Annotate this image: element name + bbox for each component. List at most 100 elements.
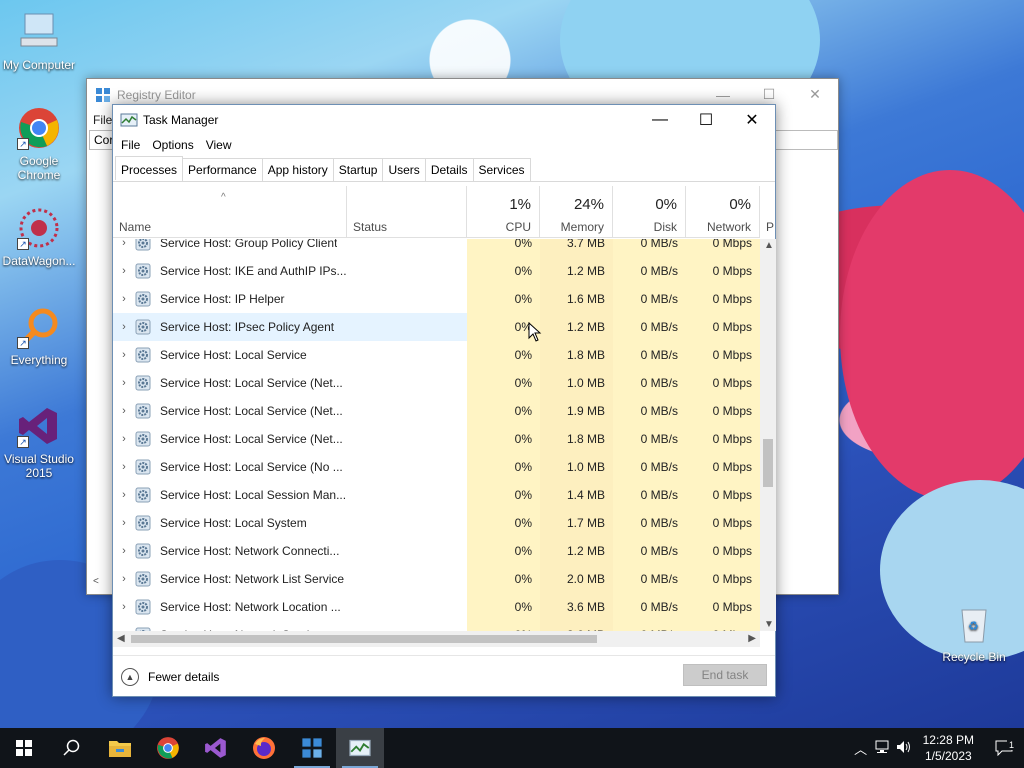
taskbar-registry-editor[interactable] <box>288 728 336 768</box>
vertical-scrollbar[interactable]: ▲ ▼ <box>760 239 776 631</box>
process-network-cell: 0 Mbps <box>686 285 760 313</box>
desktop-icon-visual-studio[interactable]: ↗ Visual Studio 2015 <box>1 404 77 480</box>
desktop-icon-google-chrome[interactable]: ↗ Google Chrome <box>1 106 77 182</box>
tab-processes[interactable]: Processes <box>115 156 184 180</box>
process-row[interactable]: › Service Host: Network Connecti... 0% 1.2 … <box>113 537 760 565</box>
show-hidden-icons-chevron-icon[interactable]: ︿ <box>851 739 871 758</box>
process-row[interactable]: › Service Host: IP Helper 0% 1.6 MB 0 MB/s 0 … <box>113 285 760 313</box>
process-memory-cell: 3.6 MB <box>540 621 613 631</box>
scroll-down-arrow[interactable]: ▼ <box>764 619 774 630</box>
maximize-button[interactable]: ☐ <box>746 86 792 103</box>
desktop-icon-label: Recycle Bin <box>942 650 1006 664</box>
start-button[interactable] <box>0 728 48 768</box>
tab-users[interactable]: Users <box>382 158 426 181</box>
task-manager-window[interactable]: Task Manager — ☐ ✕ File Options View Pro… <box>112 104 776 697</box>
process-cpu-cell: 0% <box>467 621 540 631</box>
service-gear-icon <box>135 239 151 251</box>
menu-view[interactable]: View <box>206 135 232 155</box>
task-manager-titlebar[interactable]: Task Manager — ☐ ✕ <box>113 105 775 135</box>
tab-app-history[interactable]: App history <box>261 158 334 181</box>
service-gear-icon <box>135 515 151 531</box>
expand-chevron-icon[interactable]: › <box>113 265 135 277</box>
expand-chevron-icon[interactable]: › <box>113 377 135 389</box>
horizontal-scrollbar[interactable]: ◀ ▶ <box>113 631 760 647</box>
vertical-scroll-thumb[interactable] <box>763 439 773 487</box>
tab-performance[interactable]: Performance <box>182 158 263 181</box>
minimize-button[interactable]: — <box>700 87 746 103</box>
desktop-icon-datawagon[interactable]: ↗ DataWagon... <box>1 206 77 268</box>
process-row[interactable]: › Service Host: Local Session Man... 0% 1.4… <box>113 481 760 509</box>
expand-chevron-icon[interactable]: › <box>113 545 135 557</box>
close-button[interactable]: ✕ <box>729 105 775 135</box>
expand-chevron-icon[interactable]: › <box>113 239 135 249</box>
taskbar-visual-studio[interactable] <box>192 728 240 768</box>
expand-chevron-icon[interactable]: › <box>113 293 135 305</box>
horizontal-scroll-thumb[interactable] <box>131 635 597 643</box>
expand-chevron-icon[interactable]: › <box>113 517 135 529</box>
process-row[interactable]: › Service Host: Local Service (No ... 0% 1.… <box>113 453 760 481</box>
close-button[interactable]: ✕ <box>792 86 838 103</box>
column-header-network[interactable]: 0% Network <box>686 186 760 238</box>
expand-chevron-icon[interactable]: › <box>113 489 135 501</box>
volume-icon[interactable] <box>893 740 915 757</box>
process-row[interactable]: › Service Host: IKE and AuthIP IPs... 0% 1.… <box>113 257 760 285</box>
taskbar-chrome[interactable] <box>144 728 192 768</box>
expand-chevron-icon[interactable]: › <box>113 461 135 473</box>
scroll-left-arrow[interactable]: ◀ <box>117 633 125 644</box>
chevron-up-circle-icon[interactable]: ▲ <box>121 667 139 686</box>
column-header-disk[interactable]: 0% Disk <box>613 186 686 238</box>
tab-details[interactable]: Details <box>424 158 474 181</box>
scroll-up-arrow[interactable]: ▲ <box>764 240 774 251</box>
expand-chevron-icon[interactable]: › <box>113 573 135 585</box>
expand-chevron-icon[interactable]: › <box>113 433 135 445</box>
process-status-cell <box>347 537 467 565</box>
desktop-icon-my-computer[interactable]: My Computer <box>1 10 77 72</box>
maximize-button[interactable]: ☐ <box>683 105 729 135</box>
taskbar-clock[interactable]: 12:28 PM 1/5/2023 <box>923 732 974 764</box>
process-row[interactable]: › Service Host: Local Service 0% 1.8 MB 0 MB… <box>113 341 760 369</box>
process-row[interactable]: › Service Host: Local System 0% 1.7 MB 0 MB/… <box>113 509 760 537</box>
service-gear-icon <box>135 319 151 335</box>
process-name: Service Host: Local Service (Net... <box>160 376 343 390</box>
end-task-button[interactable]: End task <box>683 664 767 686</box>
column-header-name[interactable]: ^ Name <box>113 186 347 238</box>
expand-chevron-icon[interactable]: › <box>113 349 135 361</box>
expand-chevron-icon[interactable]: › <box>113 405 135 417</box>
process-row[interactable]: ›Service Host: Network Service0%3.6 MB0 … <box>113 621 760 631</box>
tab-startup[interactable]: Startup <box>332 158 384 181</box>
taskbar-file-explorer[interactable] <box>96 728 144 768</box>
column-header-memory[interactable]: 24% Memory <box>540 186 613 238</box>
column-header-power[interactable]: P <box>760 186 776 238</box>
taskbar-search-button[interactable] <box>48 728 96 768</box>
notification-center-button[interactable]: 1 <box>984 740 1024 756</box>
expand-chevron-icon[interactable]: › <box>113 601 135 613</box>
regedit-scroll-left-arrow[interactable]: < <box>93 576 99 587</box>
minimize-button[interactable]: — <box>637 105 683 135</box>
network-icon[interactable] <box>871 740 893 757</box>
service-gear-icon <box>135 487 151 503</box>
fewer-details-link[interactable]: Fewer details <box>148 670 219 684</box>
tab-services[interactable]: Services <box>472 158 531 181</box>
process-cpu-cell: 0% <box>467 239 540 257</box>
taskbar-task-manager[interactable] <box>336 728 384 768</box>
process-network-cell: 0 Mbps <box>686 397 760 425</box>
process-name-cell: › Service Host: Local Service <box>113 341 347 369</box>
process-memory-cell: 1.7 MB <box>540 509 613 537</box>
process-row[interactable]: › Service Host: Local Service (Net... 0% 1.… <box>113 369 760 397</box>
process-row[interactable]: › Service Host: IPsec Policy Agent 0% 1.2 M… <box>113 313 760 341</box>
process-row[interactable]: › Service Host: Network Location ... 0% 3.6… <box>113 593 760 621</box>
process-status-cell <box>347 621 467 631</box>
expand-chevron-icon[interactable]: › <box>113 321 135 333</box>
desktop-icon-recycle-bin[interactable]: ♻ Recycle Bin <box>936 602 1012 664</box>
desktop-icon-everything[interactable]: ↗ Everything <box>1 305 77 367</box>
menu-file[interactable]: File <box>121 135 140 155</box>
column-header-status[interactable]: Status <box>347 186 467 238</box>
scroll-right-arrow[interactable]: ▶ <box>748 633 756 644</box>
taskbar-firefox[interactable] <box>240 728 288 768</box>
column-header-cpu[interactable]: 1% CPU <box>467 186 540 238</box>
process-row[interactable]: › Service Host: Local Service (Net... 0% 1.… <box>113 397 760 425</box>
process-row[interactable]: › Service Host: Local Service (Net... 0% 1.… <box>113 425 760 453</box>
process-row[interactable]: › Service Host: Group Policy Client 0% 3.7 … <box>113 239 760 257</box>
process-row[interactable]: › Service Host: Network List Service 0% 2.0… <box>113 565 760 593</box>
menu-options[interactable]: Options <box>152 135 193 155</box>
